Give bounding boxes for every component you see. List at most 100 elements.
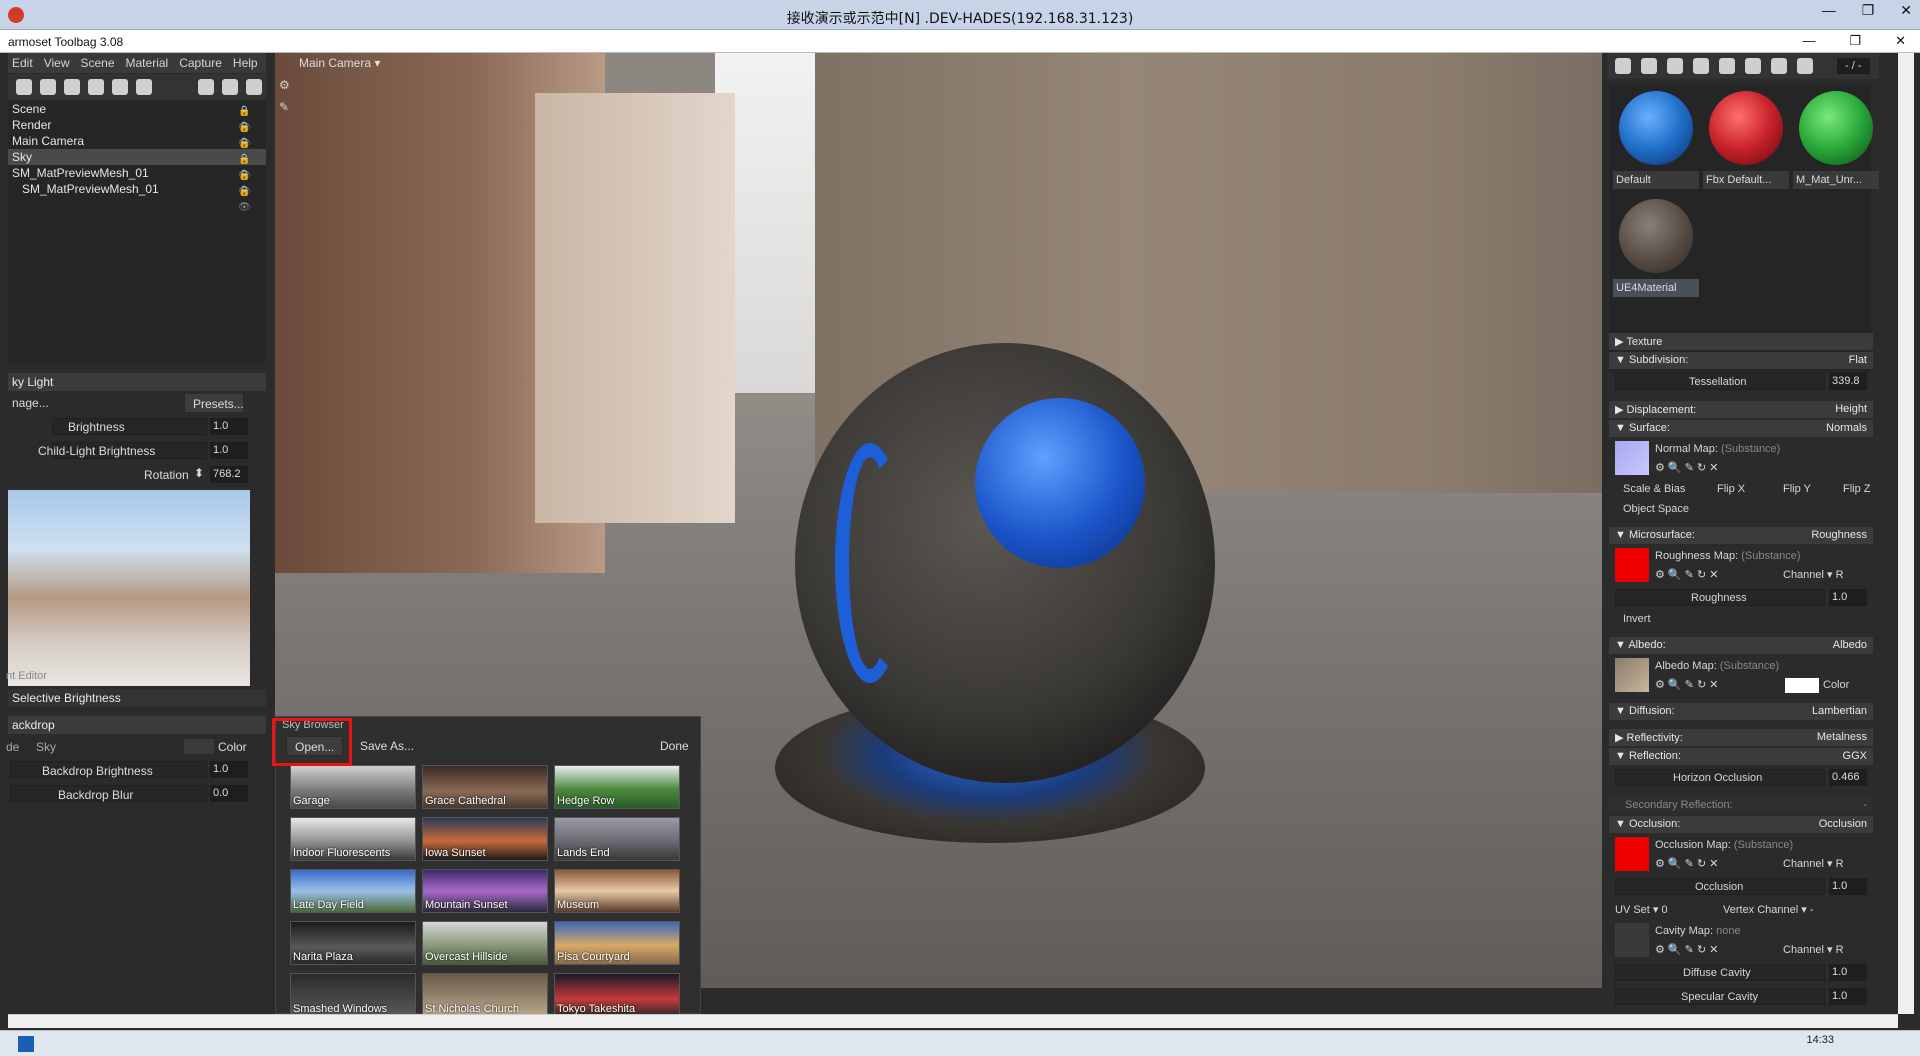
- scene-item-mesh[interactable]: SM_MatPreviewMesh_01 🔒👁: [8, 181, 266, 213]
- sky-thumb-indoor-fluorescents[interactable]: Indoor Fluorescents: [290, 817, 416, 861]
- backdrop-mode-dropdown[interactable]: Sky: [36, 740, 56, 754]
- texture-section[interactable]: ▶ Texture: [1609, 333, 1873, 350]
- start-icon[interactable]: [18, 1036, 34, 1052]
- visibility-icon[interactable]: 🔒👁: [238, 184, 260, 213]
- sky-thumb-grace-cathedral[interactable]: Grace Cathedral: [422, 765, 548, 809]
- presets-button[interactable]: Presets...: [184, 393, 244, 413]
- surface-section[interactable]: ▼ Surface: Normals: [1609, 420, 1873, 437]
- image-button[interactable]: nage...: [4, 393, 64, 413]
- invert-checkbox[interactable]: Invert: [1623, 613, 1651, 625]
- visibility-icon[interactable]: 🔒👁: [238, 152, 260, 181]
- menu-edit[interactable]: Edit: [12, 56, 33, 70]
- rotation-spinner-icon[interactable]: ⬍: [194, 466, 204, 480]
- add-material-icon[interactable]: [1615, 58, 1631, 74]
- sky-preview-panorama[interactable]: [8, 490, 250, 686]
- minimize-icon[interactable]: —: [1822, 2, 1836, 19]
- menu-scene[interactable]: Scene: [80, 56, 114, 70]
- flip-y-checkbox[interactable]: Flip Y: [1783, 483, 1811, 495]
- diffusion-section[interactable]: ▼ Diffusion: Lambertian: [1609, 703, 1873, 720]
- duplicate-icon[interactable]: [222, 79, 238, 95]
- object-space-checkbox[interactable]: Object Space: [1623, 503, 1689, 515]
- uv-set-dropdown[interactable]: UV Set ▾ 0: [1615, 903, 1668, 916]
- light-icon[interactable]: [16, 79, 32, 95]
- menu-help[interactable]: Help: [233, 56, 258, 70]
- link-icon[interactable]: [1797, 58, 1813, 74]
- backdrop-color-swatch[interactable]: [184, 739, 214, 754]
- trash-icon[interactable]: [1719, 58, 1735, 74]
- cavity-channel-dropdown[interactable]: Channel ▾ R: [1783, 943, 1844, 956]
- occlusion-section[interactable]: ▼ Occlusion: Occlusion: [1609, 816, 1873, 833]
- rotation-value[interactable]: 768.2: [210, 466, 248, 483]
- folder-icon[interactable]: [198, 79, 214, 95]
- sky-icon[interactable]: [88, 79, 104, 95]
- camera-icon[interactable]: [40, 79, 56, 95]
- brightness-value[interactable]: 1.0: [210, 418, 248, 435]
- map-tools[interactable]: ⚙ 🔍 ✎ ↻ ✕: [1655, 568, 1718, 581]
- backdrop-blur-value[interactable]: 0.0: [210, 785, 248, 802]
- sky-thumb-narita-plaza[interactable]: Narita Plaza: [290, 921, 416, 965]
- checker-icon[interactable]: [1667, 58, 1683, 74]
- gear-icon[interactable]: ⚙: [279, 78, 295, 94]
- material-m-mat[interactable]: M_Mat_Unr...: [1793, 87, 1879, 189]
- app-minimize-icon[interactable]: —: [1802, 33, 1815, 49]
- sky-thumb-smashed-windows[interactable]: Smashed Windows: [290, 973, 416, 1017]
- picker-icon[interactable]: [1771, 58, 1787, 74]
- channel-dropdown[interactable]: Channel ▾ R: [1783, 568, 1844, 581]
- flip-z-checkbox[interactable]: Flip Z: [1843, 483, 1871, 495]
- sky-thumb-late-day-field[interactable]: Late Day Field: [290, 869, 416, 913]
- menu-capture[interactable]: Capture: [179, 56, 222, 70]
- done-button[interactable]: Done: [652, 736, 697, 756]
- scene-item-mesh[interactable]: SM_MatPreviewMesh_01 🔒👁: [8, 165, 266, 197]
- sky-thumb-st-nicholas-church[interactable]: St Nicholas Church: [422, 973, 548, 1017]
- close-icon[interactable]: ✕: [1900, 2, 1912, 19]
- roughness-value[interactable]: 1.0: [1829, 589, 1867, 606]
- albedo-section[interactable]: ▼ Albedo: Albedo: [1609, 637, 1873, 654]
- visibility-icon[interactable]: 🔒👁: [238, 136, 260, 165]
- backdrop-brightness-value[interactable]: 1.0: [210, 761, 248, 778]
- specular-cavity-value[interactable]: 1.0: [1829, 988, 1867, 1005]
- material-default[interactable]: Default: [1613, 87, 1699, 189]
- app-close-icon[interactable]: ✕: [1895, 33, 1906, 49]
- tessellation-value[interactable]: 339.8: [1829, 373, 1867, 390]
- normal-map-swatch[interactable]: [1615, 441, 1649, 475]
- scene-item-sky[interactable]: Sky 🔒👁: [8, 149, 266, 181]
- occlusion-map-swatch[interactable]: [1615, 837, 1649, 871]
- material-ue4[interactable]: UE4Material: [1613, 195, 1699, 297]
- sky-thumb-iowa-sunset[interactable]: Iowa Sunset: [422, 817, 548, 861]
- sky-light-header[interactable]: ky Light: [8, 373, 266, 391]
- map-tools[interactable]: ⚙ 🔍 ✎ ↻ ✕: [1655, 943, 1718, 956]
- horizon-occlusion-value[interactable]: 0.466: [1829, 769, 1867, 786]
- roughness-map-swatch[interactable]: [1615, 548, 1649, 582]
- assign-icon[interactable]: [1745, 58, 1761, 74]
- occlusion-value[interactable]: 1.0: [1829, 878, 1867, 895]
- shape-icon[interactable]: [64, 79, 80, 95]
- camera-selector[interactable]: Main Camera ▾: [275, 53, 404, 73]
- sky-thumb-overcast-hillside[interactable]: Overcast Hillside: [422, 921, 548, 965]
- restore-icon[interactable]: ❐: [1862, 2, 1875, 19]
- albedo-map-swatch[interactable]: [1615, 658, 1649, 692]
- diffuse-cavity-value[interactable]: 1.0: [1829, 964, 1867, 981]
- visibility-icon[interactable]: 🔒👁: [238, 168, 260, 197]
- map-tools[interactable]: ⚙ 🔍 ✎ ↻ ✕: [1655, 857, 1718, 870]
- visibility-icon[interactable]: 🔒👁: [238, 120, 260, 149]
- sky-thumb-hedge-row[interactable]: Hedge Row: [554, 765, 680, 809]
- menu-view[interactable]: View: [44, 56, 70, 70]
- scene-item-scene[interactable]: Scene 🔒👁: [8, 101, 266, 133]
- secondary-reflection-section[interactable]: Secondary Reflection: -: [1609, 797, 1873, 814]
- sky-thumb-tokyo-takeshita[interactable]: Tokyo Takeshita: [554, 973, 680, 1017]
- sky-thumb-mountain-sunset[interactable]: Mountain Sunset: [422, 869, 548, 913]
- brush-icon[interactable]: ✎: [279, 100, 295, 116]
- trash-icon[interactable]: [246, 79, 262, 95]
- microsurface-section[interactable]: ▼ Microsurface: Roughness: [1609, 527, 1873, 544]
- menu-material[interactable]: Material: [126, 56, 169, 70]
- material-fbx-default[interactable]: Fbx Default...: [1703, 87, 1789, 189]
- sky-thumb-lands-end[interactable]: Lands End: [554, 817, 680, 861]
- vertical-scrollbar[interactable]: [1898, 53, 1914, 1014]
- reflection-section[interactable]: ▼ Reflection: GGX: [1609, 748, 1873, 765]
- vertex-channel-dropdown[interactable]: Vertex Channel ▾ -: [1723, 903, 1814, 916]
- occlusion-channel-dropdown[interactable]: Channel ▾ R: [1783, 857, 1844, 870]
- object-icon[interactable]: [112, 79, 128, 95]
- sky-thumb-museum[interactable]: Museum: [554, 869, 680, 913]
- duplicate-material-icon[interactable]: [1641, 58, 1657, 74]
- selective-brightness[interactable]: Selective Brightness: [8, 689, 266, 707]
